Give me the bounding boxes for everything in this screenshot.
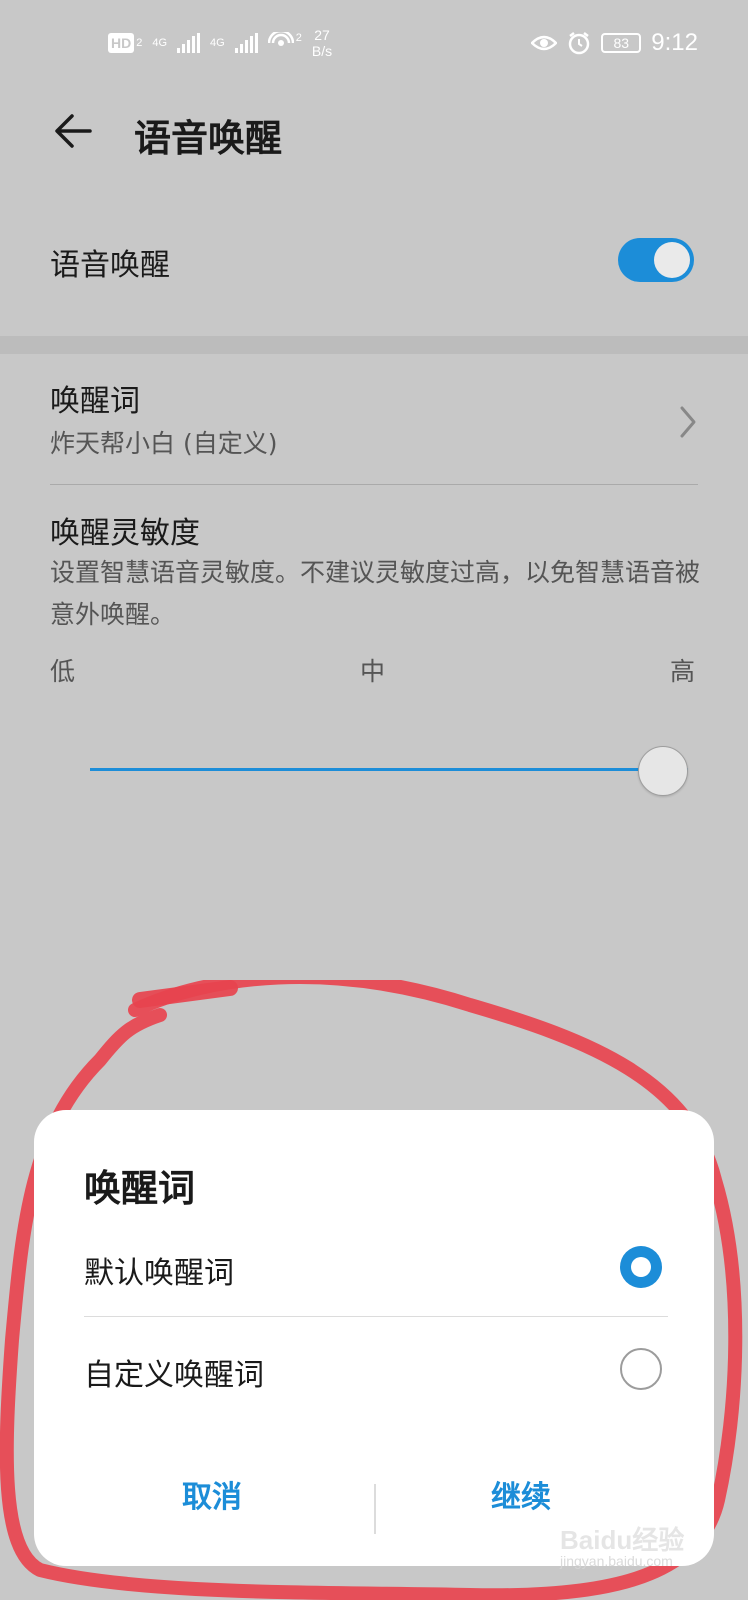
back-arrow-icon[interactable] [50,106,100,156]
sensitivity-slider[interactable] [90,740,688,796]
battery-icon: 83 [601,33,642,53]
baidu-watermark: Baidu经验 jingyan.baidu.com [560,1520,684,1569]
dialog-divider [84,1316,668,1317]
hd-voice-icon: HD [108,33,135,53]
wake-word-dialog: 唤醒词 默认唤醒词 自定义唤醒词 取消 继续 [34,1110,714,1566]
wake-word-row[interactable]: 唤醒词 炸天帮小白 (自定义) [0,374,748,484]
option-custom-wake-word[interactable]: 自定义唤醒词 [34,1320,714,1418]
slider-thumb[interactable] [638,746,688,796]
radio-checked[interactable] [620,1246,662,1288]
status-bar: HD 2 4G 4G 2 27 B/s 83 9:12 [0,0,748,86]
wake-word-title: 唤醒词 [50,384,140,419]
dialog-title: 唤醒词 [84,1167,195,1210]
hd-sub: 2 [136,37,143,49]
status-left: HD 2 4G 4G 2 27 B/s [108,27,332,59]
eye-icon [531,35,558,51]
signal-label-1: 4G [152,37,168,49]
net-speed-unit: B/s [311,43,333,59]
voice-wake-toggle-row[interactable]: 语音唤醒 [0,210,748,320]
signal-strength-icon [177,33,201,53]
alarm-icon [569,32,590,55]
tick-low: 低 [50,657,76,686]
sensitivity-title: 唤醒灵敏度 [50,516,200,551]
watermark-main: Baidu经验 [560,1525,685,1555]
battery-level: 83 [613,35,630,51]
sensitivity-description: 设置智慧语音灵敏度。不建议灵敏度过高，以免智慧语音被意外唤醒。 [50,558,701,629]
cancel-button[interactable]: 取消 [182,1472,242,1532]
continue-button[interactable]: 继续 [491,1472,551,1532]
signal-strength-icon-2 [234,33,258,53]
wifi-sub: 2 [295,32,302,44]
voice-wake-switch[interactable] [618,238,694,282]
status-right: 83 9:12 [531,29,698,57]
hd-label: HD [111,35,132,51]
wake-word-value: 炸天帮小白 (自定义) [50,429,278,458]
page-title: 语音唤醒 [134,117,282,160]
button-separator [374,1484,376,1534]
slider-track [90,768,688,771]
tick-mid: 中 [360,657,386,686]
wifi-icon [267,32,294,46]
tick-high: 高 [670,657,696,686]
option-label: 默认唤醒词 [84,1256,234,1291]
clock: 9:12 [651,29,698,56]
switch-knob [654,242,690,278]
network-speed: 27 B/s [312,27,332,59]
chevron-right-icon [680,406,696,438]
row-divider [50,484,698,485]
watermark-sub: jingyan.baidu.com [560,1553,673,1569]
section-separator [0,336,748,354]
radio-unchecked[interactable] [620,1348,662,1390]
app-header: 语音唤醒 [0,86,748,176]
option-default-wake-word[interactable]: 默认唤醒词 [34,1218,714,1316]
net-speed-value: 27 [314,27,330,43]
option-label: 自定义唤醒词 [84,1358,264,1393]
voice-wake-label: 语音唤醒 [50,248,170,283]
signal-label-2: 4G [210,37,225,49]
